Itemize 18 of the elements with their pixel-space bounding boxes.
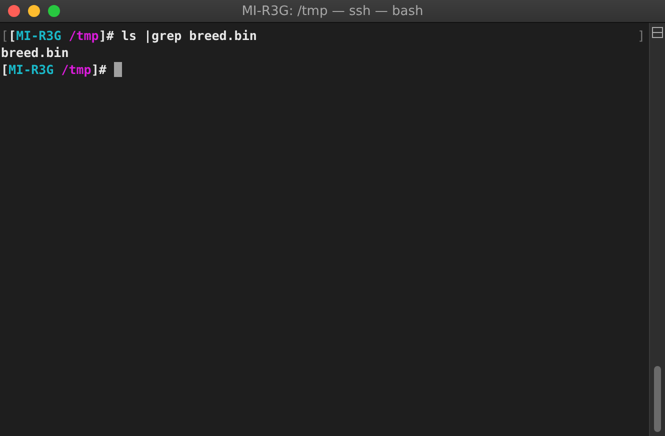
terminal-text: [ xyxy=(8,27,16,44)
scroll-bar[interactable] xyxy=(649,23,665,436)
terminal-text: ]# xyxy=(91,61,106,78)
terminal-text: /tmp xyxy=(68,27,99,44)
split-pane-icon[interactable] xyxy=(652,27,663,38)
terminal-text: /tmp xyxy=(61,61,92,78)
terminal-text: ]# ls |grep breed.bin xyxy=(98,27,257,44)
terminal-text: breed.bin xyxy=(1,44,69,61)
window-title: MI-R3G: /tmp — ssh — bash xyxy=(240,4,424,18)
zoom-button[interactable] xyxy=(48,5,60,17)
stray-bracket: ] xyxy=(637,27,645,44)
terminal-text: [ xyxy=(1,61,9,78)
terminal-text: MI-R3G xyxy=(8,61,54,78)
terminal-text: MI-R3G xyxy=(16,27,62,44)
minimize-button[interactable] xyxy=(28,5,40,17)
scroll-thumb[interactable] xyxy=(654,366,661,432)
stray-bracket: [ xyxy=(1,27,9,44)
close-button[interactable] xyxy=(8,5,20,17)
